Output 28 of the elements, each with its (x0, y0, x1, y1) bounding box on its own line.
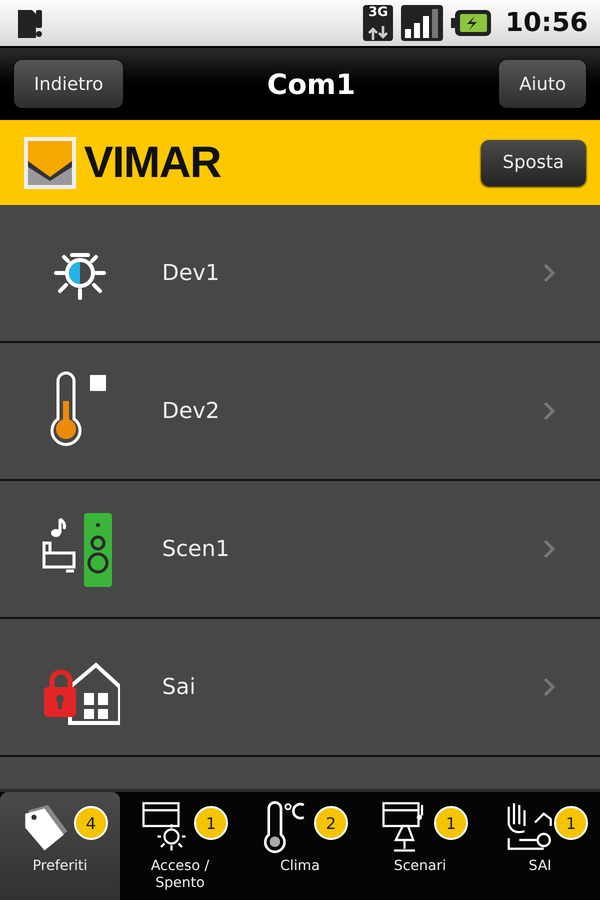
screen-title: Com1 (266, 68, 356, 100)
signal-icon (401, 5, 444, 41)
network-indicator: 3G (363, 5, 394, 41)
device-name: Scen1 (162, 536, 231, 562)
nav-tab[interactable]: 4 Preferiti (0, 792, 120, 900)
count-badge: 1 (434, 806, 468, 840)
back-button[interactable]: Indietro (14, 60, 124, 108)
battery-icon (451, 8, 492, 38)
nav-tab[interactable]: 2 Clima (240, 792, 360, 900)
count-badge: 1 (554, 806, 588, 840)
device-name: Dev2 (162, 398, 220, 424)
chevron-icon (542, 262, 556, 284)
logo-icon (24, 136, 76, 188)
move-button[interactable]: Sposta (480, 140, 586, 186)
nav-tab[interactable]: 1 SAI (480, 792, 600, 900)
brand-logo: VIMAR (84, 138, 221, 188)
clock-time: 10:56 (505, 8, 588, 38)
nav-tab[interactable]: 1 Scenari (360, 792, 480, 900)
count-badge: 2 (314, 806, 348, 840)
device-name: Sai (162, 674, 197, 700)
help-button[interactable]: Aiuto (499, 60, 586, 108)
nav-tab[interactable]: 1 Acceso / Spento (120, 792, 240, 900)
chevron-icon (542, 676, 556, 698)
device-name: Dev1 (162, 260, 220, 286)
count-badge: 1 (194, 806, 228, 840)
chevron-icon (542, 538, 556, 560)
chevron-icon (542, 400, 556, 422)
count-badge: 4 (74, 806, 108, 840)
